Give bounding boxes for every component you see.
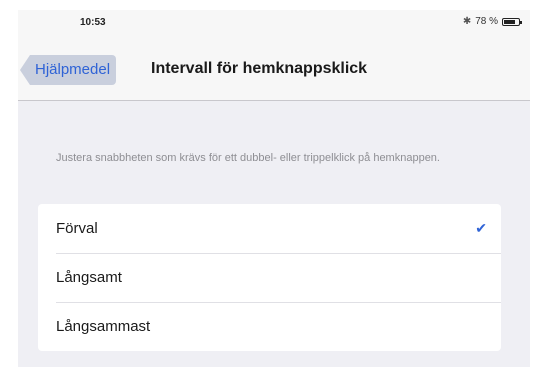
option-default[interactable]: Förval ✔ (38, 204, 501, 253)
status-bar: 10:53 ✱ 78 % (18, 10, 530, 38)
back-chevron-icon (20, 55, 30, 85)
section-description: Justera snabbheten som krävs för ett dub… (56, 152, 440, 164)
back-button[interactable]: Hjälpmedel (20, 55, 117, 85)
option-slow[interactable]: Långsamt (38, 253, 501, 302)
page-title: Intervall för hemknappsklick (151, 60, 368, 77)
status-time: 10:53 (80, 17, 106, 28)
checkmark-icon: ✔ (475, 220, 487, 236)
option-label: Långsammast (56, 318, 151, 335)
status-indicators: ✱ 78 % (462, 16, 522, 27)
battery-icon (502, 17, 522, 26)
option-label: Förval (56, 220, 98, 237)
battery-percentage: 78 % (475, 16, 498, 27)
bluetooth-icon: ✱ (462, 16, 472, 27)
option-slowest[interactable]: Långsammast (38, 302, 501, 351)
back-button-label: Hjälpmedel (30, 55, 117, 85)
option-label: Långsamt (56, 269, 122, 286)
settings-screen: 10:53 ✱ 78 % Hjälpmedel Intervall för he… (18, 10, 530, 367)
interval-option-list: Förval ✔ Långsamt Långsammast (38, 204, 501, 351)
navigation-bar: Hjälpmedel Intervall för hemknappsklick (18, 38, 530, 101)
